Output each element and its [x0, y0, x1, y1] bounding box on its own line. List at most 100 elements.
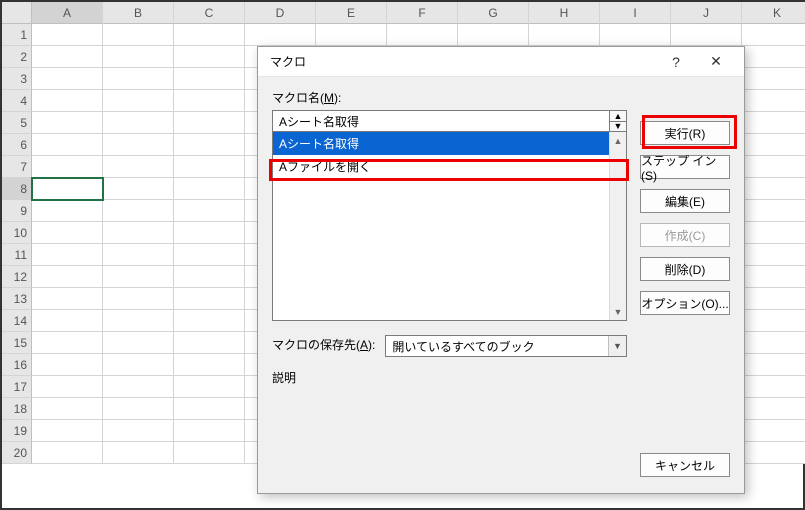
row-header[interactable]: 9	[2, 200, 32, 222]
column-header[interactable]: G	[458, 2, 529, 24]
column-header[interactable]: B	[103, 2, 174, 24]
cell[interactable]	[32, 442, 103, 464]
cell[interactable]	[742, 90, 805, 112]
cell[interactable]	[32, 24, 103, 46]
delete-button[interactable]: 削除(D)	[640, 257, 730, 281]
macro-name-input[interactable]	[272, 110, 610, 132]
edit-button[interactable]: 編集(E)	[640, 189, 730, 213]
cell[interactable]	[742, 46, 805, 68]
cell[interactable]	[742, 112, 805, 134]
cell[interactable]	[174, 376, 245, 398]
help-button[interactable]: ?	[656, 48, 696, 76]
cell[interactable]	[174, 178, 245, 200]
cell[interactable]	[458, 24, 529, 46]
row-header[interactable]: 3	[2, 68, 32, 90]
row-header[interactable]: 6	[2, 134, 32, 156]
column-header[interactable]: I	[600, 2, 671, 24]
cell[interactable]	[742, 244, 805, 266]
cell[interactable]	[174, 332, 245, 354]
cell[interactable]	[32, 398, 103, 420]
cell[interactable]	[245, 24, 316, 46]
cell[interactable]	[103, 332, 174, 354]
row-header[interactable]: 20	[2, 442, 32, 464]
cell[interactable]	[32, 200, 103, 222]
cell[interactable]	[32, 178, 103, 200]
chevron-down-icon[interactable]: ▼	[608, 336, 626, 356]
row-header[interactable]: 16	[2, 354, 32, 376]
row-header[interactable]: 12	[2, 266, 32, 288]
cell[interactable]	[174, 420, 245, 442]
cell[interactable]	[32, 156, 103, 178]
cell[interactable]	[103, 68, 174, 90]
column-header[interactable]: J	[671, 2, 742, 24]
cell[interactable]	[32, 332, 103, 354]
list-item[interactable]: Aファイルを開く	[273, 155, 626, 178]
cell[interactable]	[32, 288, 103, 310]
cell[interactable]	[32, 420, 103, 442]
column-header[interactable]: H	[529, 2, 600, 24]
cell[interactable]	[103, 112, 174, 134]
cell[interactable]	[174, 398, 245, 420]
cell[interactable]	[32, 90, 103, 112]
cell[interactable]	[742, 200, 805, 222]
cell[interactable]	[742, 354, 805, 376]
cell[interactable]	[742, 420, 805, 442]
cell[interactable]	[103, 354, 174, 376]
cell[interactable]	[32, 376, 103, 398]
column-header[interactable]: A	[32, 2, 103, 24]
cell[interactable]	[32, 266, 103, 288]
cell[interactable]	[174, 90, 245, 112]
column-header[interactable]: F	[387, 2, 458, 24]
cell[interactable]	[103, 244, 174, 266]
cell[interactable]	[32, 68, 103, 90]
cell[interactable]	[103, 376, 174, 398]
listbox-scrollbar[interactable]: ▲ ▼	[609, 132, 626, 320]
macro-store-combo[interactable]: 開いているすべてのブック ▼	[385, 335, 627, 357]
cell[interactable]	[742, 288, 805, 310]
cell[interactable]	[32, 310, 103, 332]
cell[interactable]	[103, 288, 174, 310]
row-header[interactable]: 8	[2, 178, 32, 200]
cell[interactable]	[174, 244, 245, 266]
macro-name-spinner[interactable]: ▲ ▼	[609, 110, 627, 132]
cell[interactable]	[742, 310, 805, 332]
cell[interactable]	[742, 332, 805, 354]
row-header[interactable]: 14	[2, 310, 32, 332]
row-header[interactable]: 11	[2, 244, 32, 266]
cell[interactable]	[103, 90, 174, 112]
cell[interactable]	[103, 200, 174, 222]
scroll-up-icon[interactable]: ▲	[610, 132, 626, 149]
column-header[interactable]: D	[245, 2, 316, 24]
cell[interactable]	[174, 266, 245, 288]
cell[interactable]	[174, 200, 245, 222]
cell[interactable]	[32, 46, 103, 68]
cell[interactable]	[103, 420, 174, 442]
cell[interactable]	[103, 178, 174, 200]
cell[interactable]	[174, 134, 245, 156]
cell[interactable]	[174, 46, 245, 68]
cell[interactable]	[742, 178, 805, 200]
cell[interactable]	[103, 222, 174, 244]
cell[interactable]	[316, 24, 387, 46]
cell[interactable]	[103, 310, 174, 332]
row-header[interactable]: 4	[2, 90, 32, 112]
cell[interactable]	[742, 222, 805, 244]
cell[interactable]	[32, 112, 103, 134]
cell[interactable]	[742, 266, 805, 288]
cell[interactable]	[174, 442, 245, 464]
cancel-button[interactable]: キャンセル	[640, 453, 730, 477]
column-header[interactable]: K	[742, 2, 805, 24]
cell[interactable]	[174, 68, 245, 90]
list-item[interactable]: Aシート名取得	[273, 132, 626, 155]
cell[interactable]	[103, 266, 174, 288]
cell[interactable]	[671, 24, 742, 46]
cell[interactable]	[32, 222, 103, 244]
cell[interactable]	[742, 376, 805, 398]
cell[interactable]	[174, 354, 245, 376]
cell[interactable]	[742, 398, 805, 420]
cell[interactable]	[174, 112, 245, 134]
scroll-down-icon[interactable]: ▼	[610, 303, 626, 320]
row-header[interactable]: 10	[2, 222, 32, 244]
column-header[interactable]: C	[174, 2, 245, 24]
cell[interactable]	[600, 24, 671, 46]
